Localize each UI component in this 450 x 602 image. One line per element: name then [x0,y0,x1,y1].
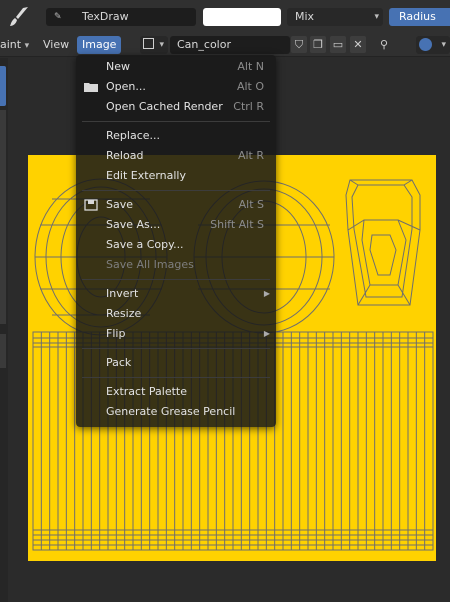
pin-icon[interactable]: ⚲ [376,36,392,53]
view-overlay-button[interactable]: ▾ [416,36,450,54]
menu-separator [82,377,270,378]
menu-item-label: Open Cached Render [106,100,223,113]
menu-item-resize[interactable]: Resize [76,304,276,323]
globe-icon [419,38,432,51]
menu-item-label: Reload [106,149,144,162]
menu-item-label: Edit Externally [106,169,187,182]
image-name-field[interactable]: Can_color [170,36,290,54]
blend-mode-select[interactable]: Mix ▾ [287,8,383,26]
menu-image[interactable]: Image [77,36,122,54]
menu-item-shortcut: Alt N [237,60,264,73]
menu-view[interactable]: View [38,36,74,54]
mode-select[interactable]: aint ▾ [0,36,33,54]
fake-user-shield-icon[interactable]: ⛉ [291,36,307,53]
brush-name: TexDraw [82,10,129,23]
menu-item-open[interactable]: Open... Alt O [76,77,276,96]
brush-preview-icon: ✎ [54,12,62,22]
tool-settings-header: ✎ TexDraw Mix ▾ Radius [0,0,450,34]
menu-item-label: New [106,60,130,73]
menu-separator [82,348,270,349]
image-browse-button[interactable]: ▾ [140,36,168,54]
blend-mode-value: Mix [295,10,315,23]
image-name: Can_color [177,38,231,51]
menu-item-flip[interactable]: Flip ▶ [76,324,276,343]
chevron-down-icon: ▾ [441,40,446,50]
image-icon [143,38,154,49]
menu-item-replace[interactable]: Replace... [76,126,276,145]
menu-item-save[interactable]: Save Alt S [76,195,276,214]
chevron-down-icon: ▾ [24,41,30,51]
menu-item-pack[interactable]: Pack [76,353,276,372]
close-icon[interactable]: ✕ [350,36,366,53]
left-toolbar [0,58,8,602]
menu-item-shortcut: Alt S [238,198,264,211]
image-menu: New Alt N Open... Alt O Open Cached Rend… [76,55,276,427]
menu-item-label: Pack [106,356,132,369]
menu-item-label: Save As... [106,218,161,231]
menu-item-extract-palette[interactable]: Extract Palette [76,382,276,401]
menu-item-label: Replace... [106,129,161,142]
menu-item-label: Save All Images [106,258,194,271]
folder-icon [84,83,98,92]
menu-item-label: Invert [106,287,139,300]
menu-item-shortcut: Alt R [237,149,264,162]
active-tool-button[interactable] [0,66,6,106]
submenu-arrow-icon: ▶ [263,329,270,338]
menu-item-label: Flip [106,327,126,340]
chevron-down-icon: ▾ [374,12,379,22]
submenu-arrow-icon: ▶ [263,289,270,298]
mode-label: aint [0,38,22,51]
brush-icon[interactable] [6,5,32,29]
menu-item-new[interactable]: New Alt N [76,57,276,76]
menu-item-shortcut: Ctrl R [233,100,264,113]
duplicate-image-icon[interactable]: ❐ [310,36,326,53]
menu-item-open-cached-render[interactable]: Open Cached Render Ctrl R [76,97,276,116]
menu-separator [82,190,270,191]
menu-item-label: Open... [106,80,146,93]
menu-item-reload[interactable]: Reload Alt R [76,146,276,165]
menu-separator [82,121,270,122]
menu-item-label: Extract Palette [106,385,187,398]
radius-field[interactable]: Radius [389,8,450,26]
menu-item-label: Save [106,198,134,211]
save-icon [84,199,98,211]
menu-item-shortcut: Alt O [236,80,264,93]
menu-item-generate-grease-pencil[interactable]: Generate Grease Pencil [76,402,276,421]
menu-separator [82,279,270,280]
menu-item-shortcut: Shift Alt S [210,218,264,231]
menu-item-label: Resize [106,307,142,320]
menu-item-save-a-copy[interactable]: Save a Copy... [76,235,276,254]
chevron-down-icon: ▾ [159,40,164,50]
brush-selector[interactable]: ✎ TexDraw [46,8,196,26]
menu-item-save-all-images: Save All Images [76,255,276,274]
menu-item-label: Generate Grease Pencil [106,405,236,418]
tool-button[interactable] [0,334,6,368]
tool-button-group[interactable] [0,110,6,324]
open-folder-icon[interactable]: ▭ [330,36,346,53]
menu-item-invert[interactable]: Invert ▶ [76,284,276,303]
menu-item-save-as[interactable]: Save As... Shift Alt S [76,215,276,234]
menu-item-label: Save a Copy... [106,238,184,251]
menu-item-edit-externally[interactable]: Edit Externally [76,166,276,185]
color-swatch[interactable] [203,8,281,26]
radius-label: Radius [399,10,436,23]
